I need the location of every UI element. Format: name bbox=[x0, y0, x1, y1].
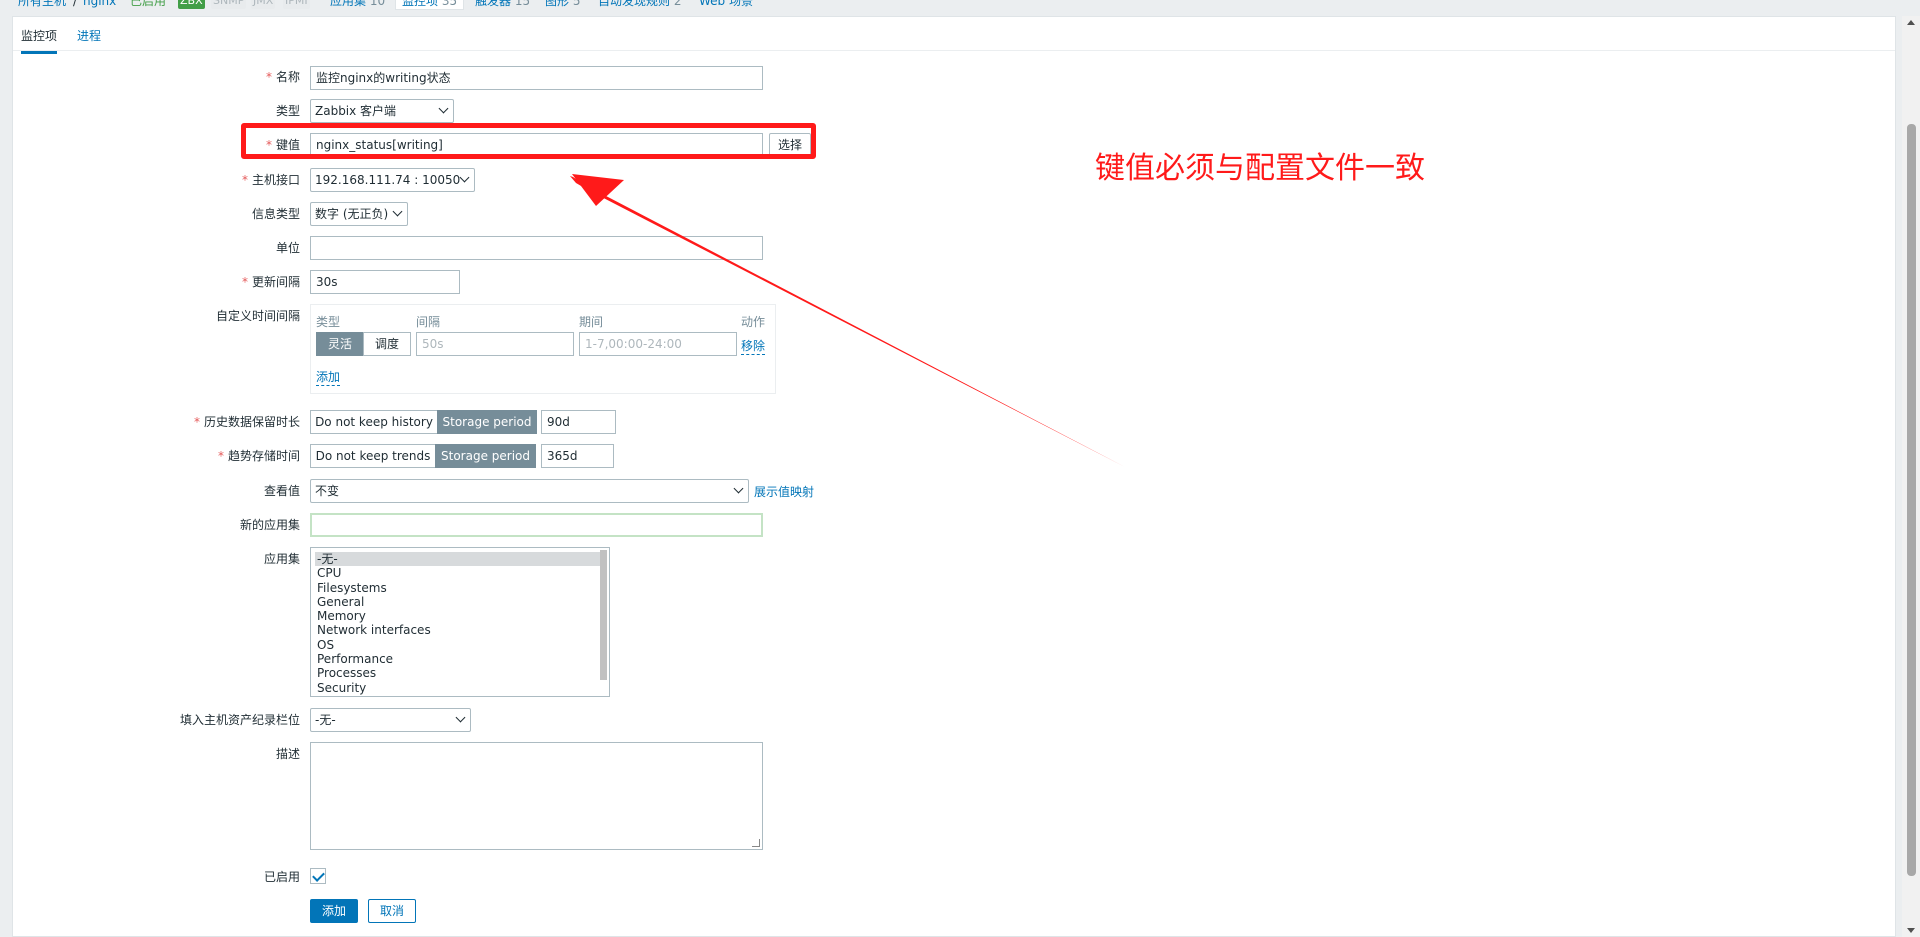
inventory-select[interactable]: -无- bbox=[310, 708, 471, 732]
add-interval-link[interactable]: 添加 bbox=[316, 368, 341, 386]
trends-period-input[interactable]: 365d bbox=[541, 444, 614, 468]
tab-triggers[interactable]: 触发器 15 bbox=[475, 0, 530, 9]
name-label: * 名称 bbox=[265, 70, 300, 84]
period-input[interactable]: 1-7,00:00-24:00 bbox=[579, 332, 737, 356]
col-period-header: 期间 bbox=[579, 315, 604, 329]
breadcrumb-host[interactable]: nginx bbox=[83, 0, 116, 9]
scroll-down-icon[interactable] bbox=[1907, 928, 1915, 933]
annotation-text: 键值必须与配置文件一致 bbox=[1095, 151, 1425, 186]
history-storage-period-toggle[interactable]: Storage period bbox=[437, 410, 537, 434]
custom-intervals-table: 类型 间隔 期间 动作 灵活 调度 50s 1-7,00:00-24:00 移除… bbox=[310, 304, 776, 394]
chevron-down-icon bbox=[438, 103, 449, 114]
list-item[interactable]: General bbox=[311, 595, 609, 609]
col-action-header: 动作 bbox=[741, 315, 766, 329]
page-scrollbar[interactable] bbox=[1902, 16, 1920, 937]
tab-items[interactable]: 监控项 35 bbox=[395, 0, 465, 10]
info-type-label: 信息类型 bbox=[251, 207, 300, 221]
breadcrumb-all-hosts[interactable]: 所有主机 bbox=[18, 0, 66, 9]
type-select[interactable]: Zabbix 客户端 bbox=[310, 99, 454, 123]
flexible-toggle[interactable]: 灵活 bbox=[316, 332, 364, 356]
scroll-thumb[interactable] bbox=[1907, 124, 1916, 876]
list-item[interactable]: CPU bbox=[311, 566, 609, 580]
scheduling-toggle[interactable]: 调度 bbox=[363, 332, 411, 356]
list-item[interactable]: Security bbox=[311, 681, 609, 695]
applications-label: 应用集 bbox=[263, 552, 300, 566]
interval-input[interactable]: 50s bbox=[416, 332, 574, 356]
host-breadcrumb-bar: 所有主机 / nginx 已启用 ZBX SNMP JMX IPMI 应用集 1… bbox=[0, 0, 1900, 10]
tab-applications[interactable]: 应用集 10 bbox=[330, 0, 385, 9]
info-type-select[interactable]: 数字 (无正负) bbox=[310, 202, 408, 226]
scroll-up-icon[interactable] bbox=[1907, 20, 1915, 25]
chevron-down-icon bbox=[733, 483, 744, 494]
interface-label: * 主机接口 bbox=[241, 173, 300, 187]
type-label: 类型 bbox=[275, 104, 300, 118]
update-interval-input[interactable]: 30s bbox=[310, 270, 460, 294]
tab-graphs[interactable]: 图形 5 bbox=[545, 0, 580, 9]
inventory-label: 填入主机资产纪录栏位 bbox=[179, 713, 300, 727]
show-value-select[interactable]: 不变 bbox=[310, 479, 749, 503]
list-item[interactable]: Memory bbox=[311, 609, 609, 623]
host-status[interactable]: 已启用 bbox=[130, 0, 166, 9]
remove-interval-link[interactable]: 移除 bbox=[741, 337, 766, 355]
new-application-label: 新的应用集 bbox=[239, 518, 300, 532]
list-item[interactable]: Filesystems bbox=[311, 581, 609, 595]
ipmi-availability-badge: IPMI bbox=[283, 0, 310, 9]
do-not-keep-trends-toggle[interactable]: Do not keep trends bbox=[310, 444, 436, 468]
list-item[interactable]: Performance bbox=[311, 652, 609, 666]
subtab-preprocessing[interactable]: 进程 bbox=[77, 27, 101, 44]
tab-web-scenarios[interactable]: Web 场景 bbox=[699, 0, 753, 9]
breadcrumb-separator: / bbox=[73, 0, 78, 8]
units-input[interactable] bbox=[310, 236, 763, 260]
trends-storage-period-toggle[interactable]: Storage period bbox=[435, 444, 536, 468]
cancel-button[interactable]: 取消 bbox=[368, 899, 416, 923]
history-label: * 历史数据保留时长 bbox=[193, 415, 300, 429]
interface-select[interactable]: 192.168.111.74 : 10050 bbox=[310, 168, 475, 192]
jmx-availability-badge: JMX bbox=[251, 0, 276, 9]
snmp-availability-badge: SNMP bbox=[211, 0, 247, 9]
chevron-down-icon bbox=[459, 172, 470, 183]
listbox-scrollbar[interactable] bbox=[600, 550, 607, 680]
custom-intervals-label: 自定义时间间隔 bbox=[215, 309, 300, 323]
list-item[interactable]: OS bbox=[311, 638, 609, 652]
show-value-label: 查看值 bbox=[263, 484, 300, 498]
subtab-item[interactable]: 监控项 bbox=[21, 27, 58, 54]
units-label: 单位 bbox=[275, 241, 300, 255]
zbx-availability-badge: ZBX bbox=[178, 0, 205, 9]
do-not-keep-history-toggle[interactable]: Do not keep history bbox=[310, 410, 438, 434]
tab-discovery-rules[interactable]: 自动发现规则 2 bbox=[598, 0, 681, 9]
enabled-checkbox[interactable] bbox=[310, 868, 326, 884]
col-type-header: 类型 bbox=[316, 315, 341, 329]
list-item[interactable]: Processes bbox=[311, 666, 609, 680]
name-input[interactable]: 监控nginx的writing状态 bbox=[310, 66, 763, 90]
trends-label: * 趋势存储时间 bbox=[217, 449, 300, 463]
update-interval-label: * 更新间隔 bbox=[241, 275, 300, 289]
add-button[interactable]: 添加 bbox=[310, 899, 358, 923]
history-period-input[interactable]: 90d bbox=[541, 410, 616, 434]
resize-grip-icon[interactable] bbox=[752, 839, 760, 847]
form-subtabs: 监控项 进程 bbox=[13, 17, 1895, 54]
list-item[interactable]: Network interfaces bbox=[311, 623, 609, 637]
enabled-label: 已启用 bbox=[263, 870, 300, 884]
new-application-input[interactable] bbox=[310, 513, 763, 537]
show-value-mappings-link[interactable]: 展示值映射 bbox=[754, 483, 814, 500]
key-highlight-box bbox=[241, 123, 816, 159]
col-interval-header: 间隔 bbox=[416, 315, 441, 329]
list-item[interactable]: -无- bbox=[315, 552, 600, 567]
description-textarea[interactable] bbox=[310, 742, 763, 850]
applications-listbox[interactable]: -无- CPU Filesystems General Memory Netwo… bbox=[310, 547, 610, 697]
description-label: 描述 bbox=[275, 747, 300, 761]
chevron-down-icon bbox=[392, 206, 403, 217]
chevron-down-icon bbox=[455, 712, 466, 723]
